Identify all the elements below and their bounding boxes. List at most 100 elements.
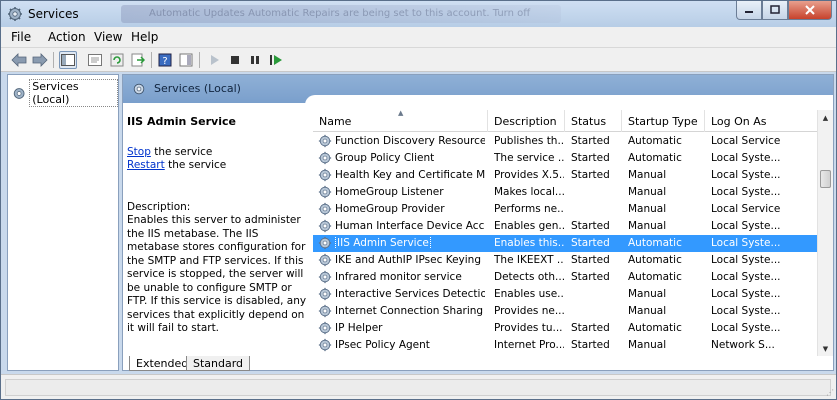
cell-status: Started xyxy=(571,322,610,334)
table-row[interactable]: IPsec Policy Agent Internet Pro... Started… xyxy=(313,337,818,354)
cell-startup: Manual xyxy=(628,220,667,232)
back-button[interactable] xyxy=(10,51,28,69)
column-header-log-on-as[interactable]: Log On As xyxy=(705,110,818,132)
table-row[interactable]: HomeGroup Provider Performs ne... Manual Lo… xyxy=(313,201,818,218)
scroll-up-icon[interactable]: ▲ xyxy=(818,110,833,125)
scroll-thumb[interactable] xyxy=(820,170,831,188)
properties-pane-button[interactable] xyxy=(86,51,104,69)
cell-name: Human Interface Device Access xyxy=(335,220,485,232)
cell-name: Function Discovery Resource ... xyxy=(335,135,485,147)
service-gear-icon xyxy=(318,253,332,267)
console-tree: Services (Local) xyxy=(7,74,119,371)
service-description-panel: IIS Admin Service Stop the service Resta… xyxy=(127,115,307,336)
menu-bar: File Action View Help xyxy=(1,27,836,48)
cell-startup: Automatic xyxy=(628,135,682,147)
table-row[interactable]: Group Policy Client The service ... Starte… xyxy=(313,150,818,167)
close-button[interactable] xyxy=(788,1,832,20)
cell-status: Started xyxy=(571,254,610,266)
cell-startup: Automatic xyxy=(628,322,682,334)
status-bar: ⋰ xyxy=(1,374,836,399)
pane-icon xyxy=(88,54,102,66)
cell-startup: Manual xyxy=(628,339,667,351)
services-gear-icon xyxy=(8,7,22,21)
table-row[interactable]: Health Key and Certificate Ma... Provides… xyxy=(313,167,818,184)
minimize-button[interactable] xyxy=(736,1,762,20)
column-header-name[interactable]: Name xyxy=(313,110,488,132)
view-tabs: Extended Standard xyxy=(125,356,425,372)
cell-name: IKE and AuthIP IPsec Keying M... xyxy=(335,254,485,266)
table-row[interactable]: IIS Admin Service Enables this... Started A… xyxy=(313,235,818,252)
toolbar: ? xyxy=(1,48,836,72)
cell-logon: Local Syste... xyxy=(711,254,781,266)
menu-action[interactable]: Action xyxy=(48,30,86,44)
service-gear-icon xyxy=(318,321,332,335)
title-bar[interactable]: Services Automatic Updates Automatic Rep… xyxy=(1,1,836,27)
table-row[interactable]: Human Interface Device Access Enables gen… xyxy=(313,218,818,235)
restart-icon xyxy=(270,55,282,65)
background-window-ghost: Automatic Updates Automatic Repairs are … xyxy=(121,5,561,23)
column-header-description[interactable]: Description xyxy=(488,110,565,132)
cell-status: Started xyxy=(571,152,610,164)
cell-logon: Local Service xyxy=(711,203,781,215)
svg-text:?: ? xyxy=(162,56,167,67)
scroll-down-icon[interactable]: ▼ xyxy=(818,341,833,356)
pane-title: Services (Local) xyxy=(154,82,241,95)
forward-arrow-icon xyxy=(32,53,48,67)
column-header-row: ▲ Name Description Status Startup Type L… xyxy=(313,110,818,132)
stop-service-button[interactable] xyxy=(226,51,244,69)
cell-logon: Local Syste... xyxy=(711,152,781,164)
restart-service-link[interactable]: Restart xyxy=(127,159,165,171)
cell-name: Interactive Services Detection xyxy=(335,288,485,300)
cell-startup: Manual xyxy=(628,288,667,300)
cell-description: Enables use... xyxy=(494,288,564,300)
play-icon xyxy=(211,55,219,65)
menu-help[interactable]: Help xyxy=(131,30,158,44)
show-action-pane-button[interactable] xyxy=(177,51,195,69)
start-service-button[interactable] xyxy=(206,51,224,69)
minimize-icon xyxy=(745,11,753,13)
tree-item-services-local[interactable]: Services (Local) xyxy=(12,79,118,107)
resize-grip-icon[interactable]: ⋰ xyxy=(826,388,834,397)
cell-logon: Local Syste... xyxy=(711,305,781,317)
table-row[interactable]: Function Discovery Resource ... Publishes… xyxy=(313,133,818,150)
tab-standard[interactable]: Standard xyxy=(186,356,251,371)
service-gear-icon xyxy=(318,202,332,216)
selected-service-title: IIS Admin Service xyxy=(127,115,236,128)
restart-link-suffix: the service xyxy=(164,159,227,171)
cell-description: Makes local... xyxy=(494,186,564,198)
stop-link-suffix: the service xyxy=(150,145,213,158)
service-gear-icon xyxy=(318,236,332,250)
table-row[interactable]: Internet Connection Sharing (I... Provide… xyxy=(313,303,818,320)
cell-logon: Local Syste... xyxy=(711,237,781,249)
description-heading: Description: xyxy=(127,200,191,213)
menu-view[interactable]: View xyxy=(94,30,122,44)
cell-description: Enables gen... xyxy=(494,220,564,232)
maximize-button[interactable] xyxy=(762,1,788,20)
stop-service-link[interactable]: Stop xyxy=(127,146,151,158)
cell-status: Started xyxy=(571,339,610,351)
cell-description: Provides ne... xyxy=(494,305,564,317)
refresh-button[interactable] xyxy=(108,51,126,69)
export-list-button[interactable] xyxy=(129,51,147,69)
table-row[interactable]: IKE and AuthIP IPsec Keying M... The IKEE… xyxy=(313,252,818,269)
table-row[interactable]: HomeGroup Listener Makes local... Manual Lo… xyxy=(313,184,818,201)
table-row[interactable]: Interactive Services Detection Enables us… xyxy=(313,286,818,303)
column-header-status[interactable]: Status xyxy=(565,110,622,132)
cell-status: Started xyxy=(571,135,610,147)
cell-description: Enables this... xyxy=(494,237,564,249)
vertical-scrollbar[interactable]: ▲ ▼ xyxy=(817,110,833,356)
cell-name: IIS Admin Service xyxy=(335,237,431,249)
help-button[interactable]: ? xyxy=(156,51,174,69)
column-header-startup-type[interactable]: Startup Type xyxy=(622,110,705,132)
show-hide-console-tree-button[interactable] xyxy=(59,51,77,69)
restart-service-button[interactable] xyxy=(267,51,285,69)
pause-service-button[interactable] xyxy=(246,51,264,69)
cell-logon: Local Syste... xyxy=(711,220,781,232)
forward-button[interactable] xyxy=(31,51,49,69)
cell-logon: Local Syste... xyxy=(711,271,781,283)
cell-name: Health Key and Certificate Ma... xyxy=(335,169,485,181)
table-row[interactable]: Infrared monitor service Detects oth... St… xyxy=(313,269,818,286)
menu-file[interactable]: File xyxy=(11,30,31,44)
cell-logon: Local Syste... xyxy=(711,169,781,181)
table-row[interactable]: IP Helper Provides tu... Started Automatic L… xyxy=(313,320,818,337)
